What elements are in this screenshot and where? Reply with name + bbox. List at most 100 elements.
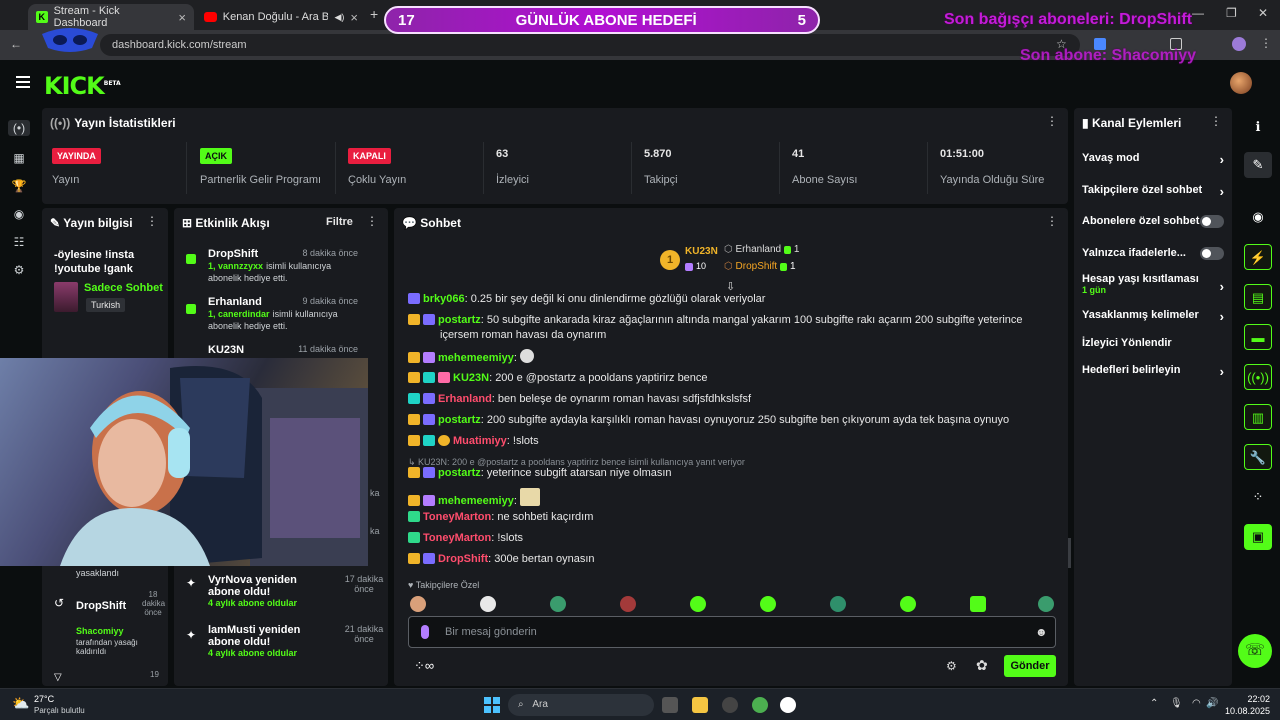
emote-icon[interactable] [900, 596, 916, 612]
mic-tray-icon[interactable]: 🎙 [1170, 698, 1183, 709]
layout-icon[interactable]: ▥ [1244, 404, 1272, 430]
emote-icon[interactable] [1038, 596, 1054, 612]
chat-message: DropShift: 300e bertan oynasın [408, 552, 1048, 567]
clock-time[interactable]: 22:02 [1218, 694, 1270, 704]
chevron-right-icon: › [1219, 184, 1224, 199]
minimize-icon[interactable]: — [1192, 6, 1204, 20]
top-gifter-name[interactable]: KU23N [685, 246, 718, 257]
emote-picker-icon[interactable]: ✿ [976, 657, 988, 674]
action-emotes-only[interactable]: Yalnızca ifadelerle... [1082, 247, 1230, 260]
ban-mod-name: Shacomiyy [76, 626, 124, 636]
users-icon[interactable]: ☷ [11, 234, 27, 250]
emote-icon[interactable] [970, 596, 986, 612]
windows-start-icon[interactable] [484, 697, 500, 713]
action-followers-only[interactable]: Takipçilere özel sohbet › [1082, 184, 1230, 199]
new-tab-icon[interactable]: + [370, 6, 378, 22]
file-explorer-icon[interactable] [692, 697, 708, 713]
emote-icon[interactable] [620, 596, 636, 612]
wrench-icon[interactable]: 🔧 [1244, 444, 1272, 470]
chat-message: mehemeemiyy: [408, 349, 1048, 366]
browser-menu-icon[interactable]: ⋮ [1260, 36, 1272, 50]
chat-message: mehemeemiyy: [408, 488, 1048, 509]
crown-badge-icon [408, 352, 420, 363]
hamburger-menu-icon[interactable] [16, 76, 30, 88]
maximize-icon[interactable]: ❐ [1226, 6, 1237, 20]
tab-title: Kenan Doğulu - Ara Beni Lütfe [222, 11, 329, 23]
gift-badge-icon [438, 372, 450, 383]
subscribers-only-toggle[interactable] [1200, 215, 1224, 228]
kick-logo[interactable]: KICKBETA [44, 72, 121, 100]
bolt-icon[interactable]: ⚡ [1244, 244, 1272, 270]
profile-avatar[interactable] [1232, 37, 1246, 51]
channel-actions-menu-icon[interactable]: ⋮ [1210, 114, 1222, 128]
chat-message: Muatimiyy: !slots [408, 434, 1048, 449]
chat-scrollbar[interactable] [1068, 538, 1071, 568]
camera-icon[interactable]: ◉ [11, 206, 27, 222]
stream-title: -öylesine !insta !youtube !gank [54, 249, 135, 275]
emoji-icon[interactable]: ☻ [1035, 625, 1048, 639]
chrome-icon[interactable] [752, 697, 768, 713]
emote-icon[interactable] [550, 596, 566, 612]
filter-button[interactable]: Filtre [326, 216, 353, 228]
close-tab-icon[interactable]: × [178, 10, 186, 25]
action-banned-words[interactable]: Yasaklanmış kelimeler › [1082, 309, 1230, 324]
clock-date[interactable]: 10.08.2025 [1212, 706, 1270, 716]
emote-icon[interactable] [480, 596, 496, 612]
stats-menu-icon[interactable]: ⋮ [1046, 114, 1058, 128]
close-tab-icon[interactable]: × [350, 10, 358, 25]
address-bar[interactable]: dashboard.kick.com/stream [100, 34, 1080, 56]
taskbar-search[interactable]: ⌕ Ara [508, 694, 654, 716]
points-infinity-icon[interactable]: ⁘∞ [414, 658, 434, 674]
user-badge-icon [408, 393, 420, 404]
chat-menu-icon[interactable]: ⋮ [1046, 214, 1058, 228]
action-account-age[interactable]: Hesap yaşı kısıtlaması › 1 gün [1082, 273, 1230, 295]
edit-pencil-icon[interactable]: ✎ [1244, 152, 1272, 178]
obs-icon[interactable] [722, 697, 738, 713]
action-raid[interactable]: İzleyici Yönlendir [1082, 337, 1230, 349]
emotes-only-toggle[interactable] [1200, 247, 1224, 260]
wifi-icon[interactable]: ◠ [1192, 698, 1201, 709]
close-window-icon[interactable]: ✕ [1258, 6, 1268, 20]
analytics-icon[interactable]: ▦ [11, 150, 27, 166]
action-set-goals[interactable]: Hedefleri belirleyin › [1082, 364, 1230, 379]
weather-icon[interactable]: ⛅ [12, 695, 29, 712]
document-icon[interactable]: ▤ [1244, 284, 1272, 310]
action-slow-mode[interactable]: Yavaş mod › [1082, 152, 1230, 167]
support-chat-icon[interactable]: ☏ [1238, 634, 1272, 668]
chevron-right-icon: › [1219, 279, 1224, 294]
emote-icon[interactable] [830, 596, 846, 612]
tab-youtube[interactable]: Kenan Doğulu - Ara Beni Lütfe ◀) × [196, 4, 366, 30]
emote-icon[interactable] [410, 596, 426, 612]
extension-app-icon[interactable]: ▣ [1244, 524, 1272, 550]
emote-icon[interactable] [690, 596, 706, 612]
ban-detail: tarafından yasağı kaldırıldı [76, 638, 138, 656]
send-button[interactable]: Gönder [1004, 655, 1056, 677]
top-gifter-rank: 1 [660, 250, 680, 270]
category-link[interactable]: Sadece Sohbet [84, 282, 163, 294]
app-g-icon[interactable] [780, 697, 796, 713]
stream-info-menu-icon[interactable]: ⋮ [146, 214, 158, 228]
back-icon[interactable]: ← [10, 37, 22, 51]
chat-settings-icon[interactable]: ⚙ [946, 659, 957, 673]
stream-broadcast-icon[interactable]: (•) [8, 120, 30, 136]
settings-gear-icon[interactable]: ⚙ [11, 262, 27, 278]
mic-icon[interactable] [421, 625, 429, 639]
user-avatar[interactable] [1230, 72, 1252, 94]
goal-title: GÜNLÜK ABONE HEDEFİ [515, 11, 697, 29]
task-view-icon[interactable] [662, 697, 678, 713]
collapse-arrow-icon[interactable]: ▽ [54, 672, 62, 683]
chat-input[interactable]: Bir mesaj gönderin ☻ [408, 616, 1056, 648]
broadcast-icon[interactable]: ((•)) [1244, 364, 1272, 390]
emote-icon[interactable] [760, 596, 776, 612]
info-icon[interactable]: ℹ [1244, 114, 1272, 140]
trophy-icon[interactable]: 🏆 [11, 178, 27, 194]
activity-item: DropShift 8 dakika önce 1, vannzzyxx isiml… [208, 248, 358, 283]
camera-icon[interactable]: ◉ [1244, 204, 1272, 230]
rank3-icon: ⬡ [724, 261, 733, 272]
apps-dots-icon[interactable]: ⁘ [1244, 484, 1272, 510]
action-subscribers-only[interactable]: Abonelere özel sohbet [1082, 215, 1230, 228]
activity-menu-icon[interactable]: ⋮ [366, 214, 378, 228]
category-thumbnail [54, 282, 78, 312]
chat-icon[interactable]: ▬ [1244, 324, 1272, 350]
tray-chevron-icon[interactable]: ⌃ [1150, 698, 1158, 709]
